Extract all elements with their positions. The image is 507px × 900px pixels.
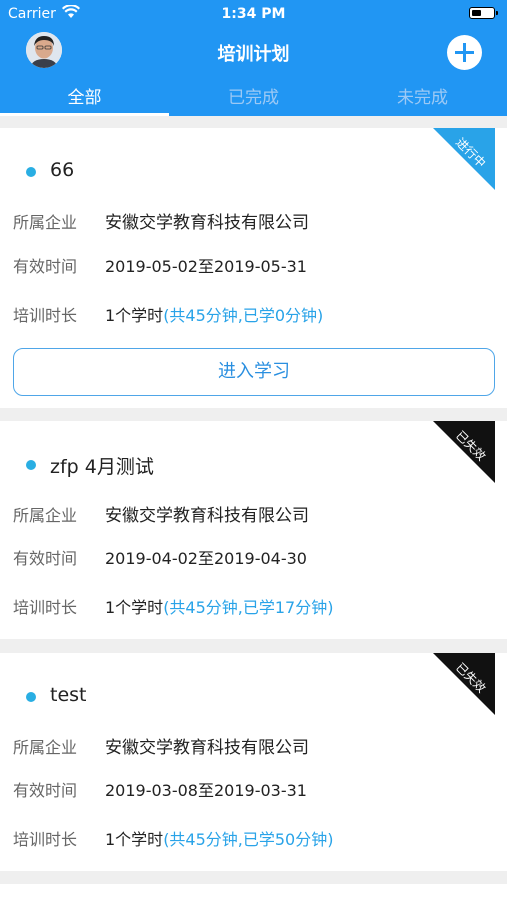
duration-value: 1个学时(共45分钟,已学0分钟): [105, 302, 323, 326]
duration-value: 1个学时(共45分钟,已学17分钟): [105, 594, 333, 618]
duration-hours: 1个学时: [105, 598, 164, 617]
training-card[interactable]: 已失效 test 所属企业 安徽交学教育科技有限公司 有效时间 2019-03-…: [0, 653, 507, 871]
bullet-dot: [26, 692, 36, 702]
battery-icon: [469, 7, 498, 19]
training-card[interactable]: [0, 884, 507, 900]
enter-study-button[interactable]: 进入学习: [13, 348, 495, 396]
bullet-dot: [26, 167, 36, 177]
tab-bar: 全部 已完成 未完成: [0, 84, 507, 116]
company-value: 安徽交学教育科技有限公司: [105, 738, 309, 758]
duration-label: 培训时长: [13, 306, 78, 325]
tab-completed[interactable]: 已完成: [169, 84, 338, 116]
status-ribbon-label: 已失效: [452, 428, 489, 464]
card-title: 66: [50, 159, 75, 181]
duration-hours: 1个学时: [105, 306, 164, 325]
plus-icon: [455, 43, 474, 62]
period-value: 2019-05-02至2019-05-31: [105, 257, 307, 276]
company-value: 安徽交学教育科技有限公司: [105, 506, 309, 526]
status-ribbon-label: 已失效: [452, 660, 489, 696]
duration-detail: (共45分钟,已学17分钟): [163, 598, 334, 617]
duration-detail: (共45分钟,已学0分钟): [163, 306, 324, 325]
training-card[interactable]: 已失效 zfp 4月测试 所属企业 安徽交学教育科技有限公司 有效时间 2019…: [0, 421, 507, 639]
duration-hours: 1个学时: [105, 830, 164, 849]
period-label: 有效时间: [13, 781, 78, 800]
period-value: 2019-03-08至2019-03-31: [105, 781, 307, 800]
tab-incomplete[interactable]: 未完成: [338, 84, 507, 116]
period-label: 有效时间: [13, 257, 78, 276]
add-button[interactable]: [447, 35, 482, 70]
app-header: Carrier 1:34 PM 培训计划 全部 已完成 未完成: [0, 0, 507, 116]
page-title: 培训计划: [217, 44, 290, 65]
duration-label: 培训时长: [13, 598, 78, 617]
duration-value: 1个学时(共45分钟,已学50分钟): [105, 826, 333, 850]
period-value: 2019-04-02至2019-04-30: [105, 549, 307, 568]
duration-detail: (共45分钟,已学50分钟): [163, 830, 334, 849]
company-label: 所属企业: [13, 213, 78, 232]
status-ribbon-label: 进行中: [452, 135, 489, 171]
tab-all[interactable]: 全部: [0, 84, 169, 116]
period-label: 有效时间: [13, 549, 78, 568]
status-bar: Carrier 1:34 PM: [0, 0, 507, 28]
company-label: 所属企业: [13, 738, 78, 757]
training-card[interactable]: 进行中 66 所属企业 安徽交学教育科技有限公司 有效时间 2019-05-02…: [0, 128, 507, 408]
duration-label: 培训时长: [13, 830, 78, 849]
card-title: test: [50, 684, 87, 706]
company-label: 所属企业: [13, 506, 78, 525]
status-time: 1:34 PM: [221, 6, 286, 22]
bullet-dot: [26, 460, 36, 470]
company-value: 安徽交学教育科技有限公司: [105, 213, 309, 233]
card-title: zfp 4月测试: [50, 456, 154, 478]
